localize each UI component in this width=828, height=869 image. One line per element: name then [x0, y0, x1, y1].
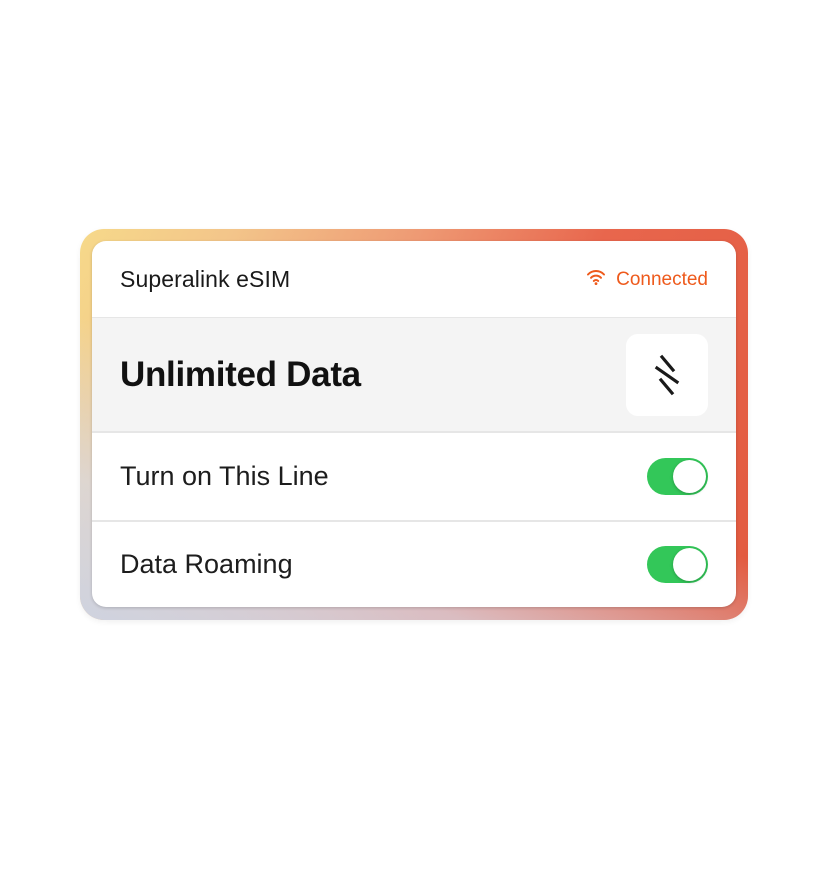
setting-label: Turn on This Line — [120, 461, 329, 491]
esim-card: Superalink eSIM Connected Unlimited Data — [92, 241, 736, 607]
esim-card-frame: Superalink eSIM Connected Unlimited Data — [80, 229, 748, 620]
setting-row-turn-on-line: Turn on This Line — [92, 432, 736, 521]
toggle-knob — [673, 460, 706, 493]
esim-header: Superalink eSIM Connected — [92, 241, 736, 318]
setting-row-data-roaming: Data Roaming — [92, 521, 736, 607]
superalink-logo-icon — [626, 334, 708, 416]
connection-status: Connected — [586, 268, 708, 292]
status-text: Connected — [616, 268, 708, 290]
provider-name: Superalink eSIM — [120, 266, 291, 292]
toggle-knob — [673, 547, 706, 581]
wifi-icon — [586, 268, 606, 292]
plan-row: Unlimited Data — [92, 318, 736, 432]
plan-name: Unlimited Data — [120, 355, 361, 394]
data-roaming-toggle[interactable] — [647, 545, 708, 583]
setting-label: Data Roaming — [120, 548, 293, 579]
turn-on-line-toggle[interactable] — [647, 458, 708, 495]
